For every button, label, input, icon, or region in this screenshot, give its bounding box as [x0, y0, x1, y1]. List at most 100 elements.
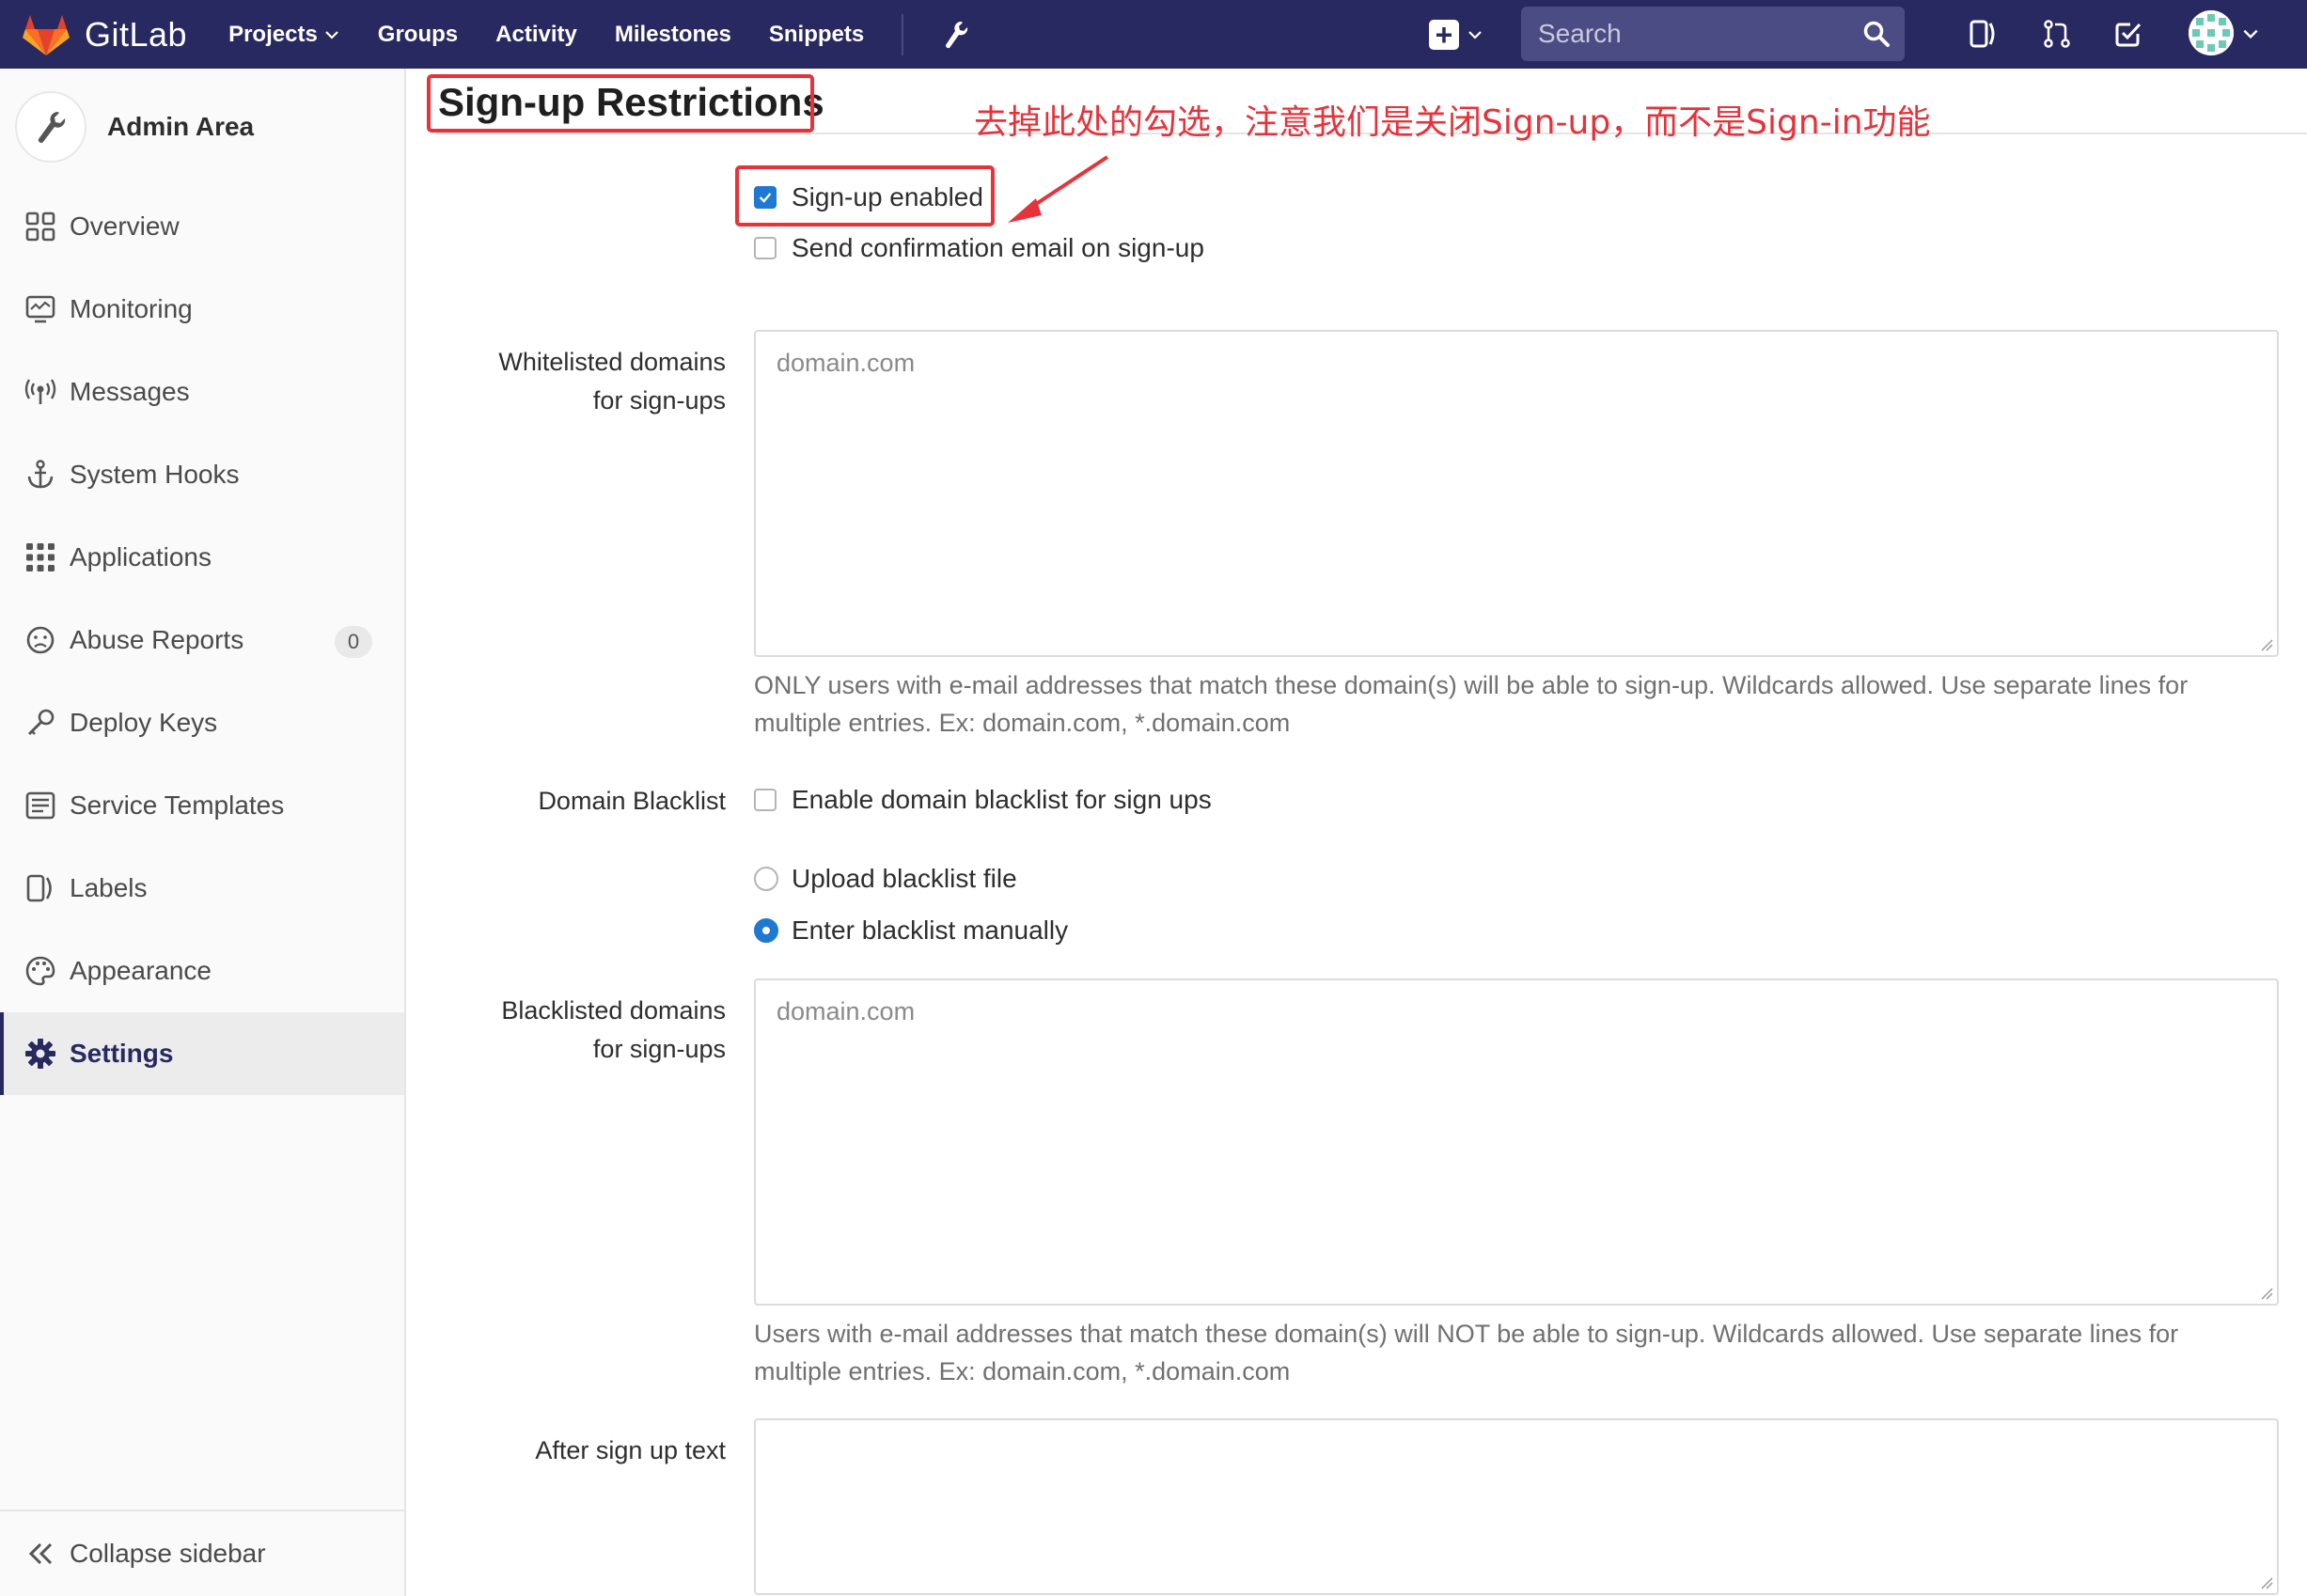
send-confirmation-row[interactable]: Send confirmation email on sign-up — [754, 233, 1204, 263]
sidebar-item-monitoring[interactable]: Monitoring — [0, 268, 404, 351]
top-navbar: GitLab Projects Groups Activity Mileston… — [0, 0, 2307, 69]
nav-milestones[interactable]: Milestones — [615, 22, 731, 48]
blacklist-help-text: Users with e-mail addresses that match t… — [754, 1320, 2179, 1385]
sidebar-item-label: Appearance — [70, 956, 212, 985]
sidebar-item-messages[interactable]: Messages — [0, 351, 404, 433]
key-icon — [27, 709, 55, 736]
sidebar-item-label: Labels — [70, 873, 148, 902]
nav-projects[interactable]: Projects — [228, 22, 340, 48]
send-confirmation-checkbox[interactable] — [754, 237, 777, 259]
identicon-icon — [2189, 10, 2234, 55]
blacklist-textarea[interactable]: domain.com — [754, 978, 2279, 1306]
sidebar-item-label: Abuse Reports — [70, 625, 244, 654]
sidebar-item-system-hooks[interactable]: System Hooks — [0, 433, 404, 516]
sidebar-item-label: Overview — [70, 211, 180, 241]
gitlab-brand[interactable]: GitLab — [23, 0, 187, 69]
after-signup-label: After sign up text — [535, 1436, 726, 1464]
upload-blacklist-radio[interactable] — [754, 867, 778, 891]
enable-blacklist-checkbox[interactable] — [754, 789, 777, 811]
templates-icon — [25, 791, 55, 820]
wrench-icon — [38, 112, 66, 143]
collapse-sidebar-button[interactable]: Collapse sidebar — [0, 1510, 404, 1596]
nav-snippets[interactable]: Snippets — [769, 22, 864, 48]
resize-handle-icon[interactable] — [2258, 1285, 2273, 1300]
blacklist-placeholder: domain.com — [777, 997, 916, 1025]
sidebar-menu: Overview Monitoring Messages System Hook… — [0, 185, 404, 1095]
sidebar-item-overview[interactable]: Overview — [0, 185, 404, 268]
sidebar-item-label: Messages — [70, 377, 190, 406]
admin-avatar — [15, 91, 86, 163]
admin-sidebar: Admin Area Overview Monitoring Messages … — [0, 69, 406, 1596]
after-signup-textarea[interactable] — [754, 1418, 2279, 1595]
manual-blacklist-radio[interactable] — [754, 918, 778, 943]
sidebar-item-deploy-keys[interactable]: Deploy Keys — [0, 681, 404, 764]
sidebar-title: Admin Area — [107, 112, 255, 141]
applications-icon — [26, 543, 55, 571]
collapse-sidebar-label: Collapse sidebar — [70, 1539, 266, 1568]
whitelist-textarea[interactable]: domain.com — [754, 330, 2279, 657]
sidebar-item-applications[interactable]: Applications — [0, 516, 404, 599]
gear-icon — [25, 1039, 55, 1069]
sidebar-item-appearance[interactable]: Appearance — [0, 930, 404, 1012]
abuse-count-badge: 0 — [335, 626, 372, 658]
gitlab-logo-icon — [23, 14, 70, 55]
enable-blacklist-label: Enable domain blacklist for sign ups — [792, 785, 1212, 814]
sidebar-item-labels[interactable]: Labels — [0, 847, 404, 930]
messages-icon — [24, 379, 56, 404]
checkmark-icon — [759, 193, 772, 203]
sidebar-item-label: Applications — [70, 542, 212, 571]
nav-groups[interactable]: Groups — [378, 22, 458, 48]
upload-blacklist-row[interactable]: Upload blacklist file — [754, 864, 1017, 894]
signup-enabled-checkbox[interactable] — [754, 186, 777, 209]
issues-icon[interactable] — [1967, 17, 2001, 51]
sidebar-item-abuse-reports[interactable]: Abuse Reports 0 — [0, 599, 404, 681]
search-box — [1521, 7, 1905, 61]
sidebar-item-service-templates[interactable]: Service Templates — [0, 764, 404, 847]
title-highlight-box — [427, 74, 814, 133]
plus-icon: + — [1429, 19, 1459, 50]
chevron-down-icon — [1468, 30, 1482, 39]
sidebar-item-label: Service Templates — [70, 790, 285, 820]
blacklist-label: Blacklisted domains for sign-ups — [501, 996, 726, 1063]
double-chevron-left-icon — [28, 1542, 53, 1565]
nav-activity[interactable]: Activity — [495, 22, 577, 48]
todos-icon[interactable] — [2111, 17, 2145, 51]
sidebar-header[interactable]: Admin Area — [0, 69, 404, 185]
label-icon — [26, 874, 52, 902]
monitoring-icon — [25, 295, 55, 323]
whitelist-help-text: ONLY users with e-mail addresses that ma… — [754, 671, 2189, 737]
enable-blacklist-row[interactable]: Enable domain blacklist for sign ups — [754, 785, 1212, 815]
manual-blacklist-row[interactable]: Enter blacklist manually — [754, 915, 1068, 946]
signup-enabled-label: Sign-up enabled — [792, 182, 983, 211]
overview-icon — [25, 211, 55, 242]
annotation-note: 去掉此处的勾选，注意我们是关闭Sign-up，而不是Sign-in功能 — [974, 103, 1931, 142]
whitelist-placeholder: domain.com — [777, 349, 916, 377]
palette-icon — [25, 956, 55, 986]
whitelist-label: Whitelisted domains for sign-ups — [498, 348, 726, 415]
new-dropdown-button[interactable]: + — [1429, 19, 1483, 50]
nav-right: + — [1429, 0, 2258, 69]
domain-blacklist-label: Domain Blacklist — [538, 787, 726, 815]
upload-blacklist-label: Upload blacklist file — [792, 864, 1017, 893]
sidebar-item-label: Monitoring — [70, 294, 193, 323]
search-input[interactable] — [1538, 19, 1848, 49]
chevron-down-icon — [325, 30, 338, 39]
admin-wrench-icon[interactable] — [941, 19, 969, 51]
nav-links: Projects Groups Activity Milestones Snip… — [228, 0, 969, 69]
search-icon[interactable] — [1861, 19, 1891, 49]
user-avatar[interactable] — [2189, 10, 2234, 55]
anchor-icon — [27, 460, 54, 489]
settings-content: Sign-up Restrictions 去掉此处的勾选，注意我们是关闭Sign… — [406, 69, 2307, 1596]
merge-requests-icon[interactable] — [2040, 17, 2074, 51]
brand-name: GitLab — [85, 14, 188, 54]
chevron-down-icon[interactable] — [2241, 24, 2260, 43]
sidebar-item-settings[interactable]: Settings — [0, 1012, 404, 1095]
manual-blacklist-label: Enter blacklist manually — [792, 915, 1069, 945]
signup-enabled-row[interactable]: Sign-up enabled — [754, 182, 983, 212]
resize-handle-icon[interactable] — [2258, 1574, 2273, 1589]
sidebar-item-label: System Hooks — [70, 460, 240, 489]
resize-handle-icon[interactable] — [2258, 636, 2273, 651]
sidebar-item-label: Settings — [70, 1039, 174, 1068]
send-confirmation-label: Send confirmation email on sign-up — [792, 233, 1204, 262]
abuse-icon — [26, 626, 55, 654]
